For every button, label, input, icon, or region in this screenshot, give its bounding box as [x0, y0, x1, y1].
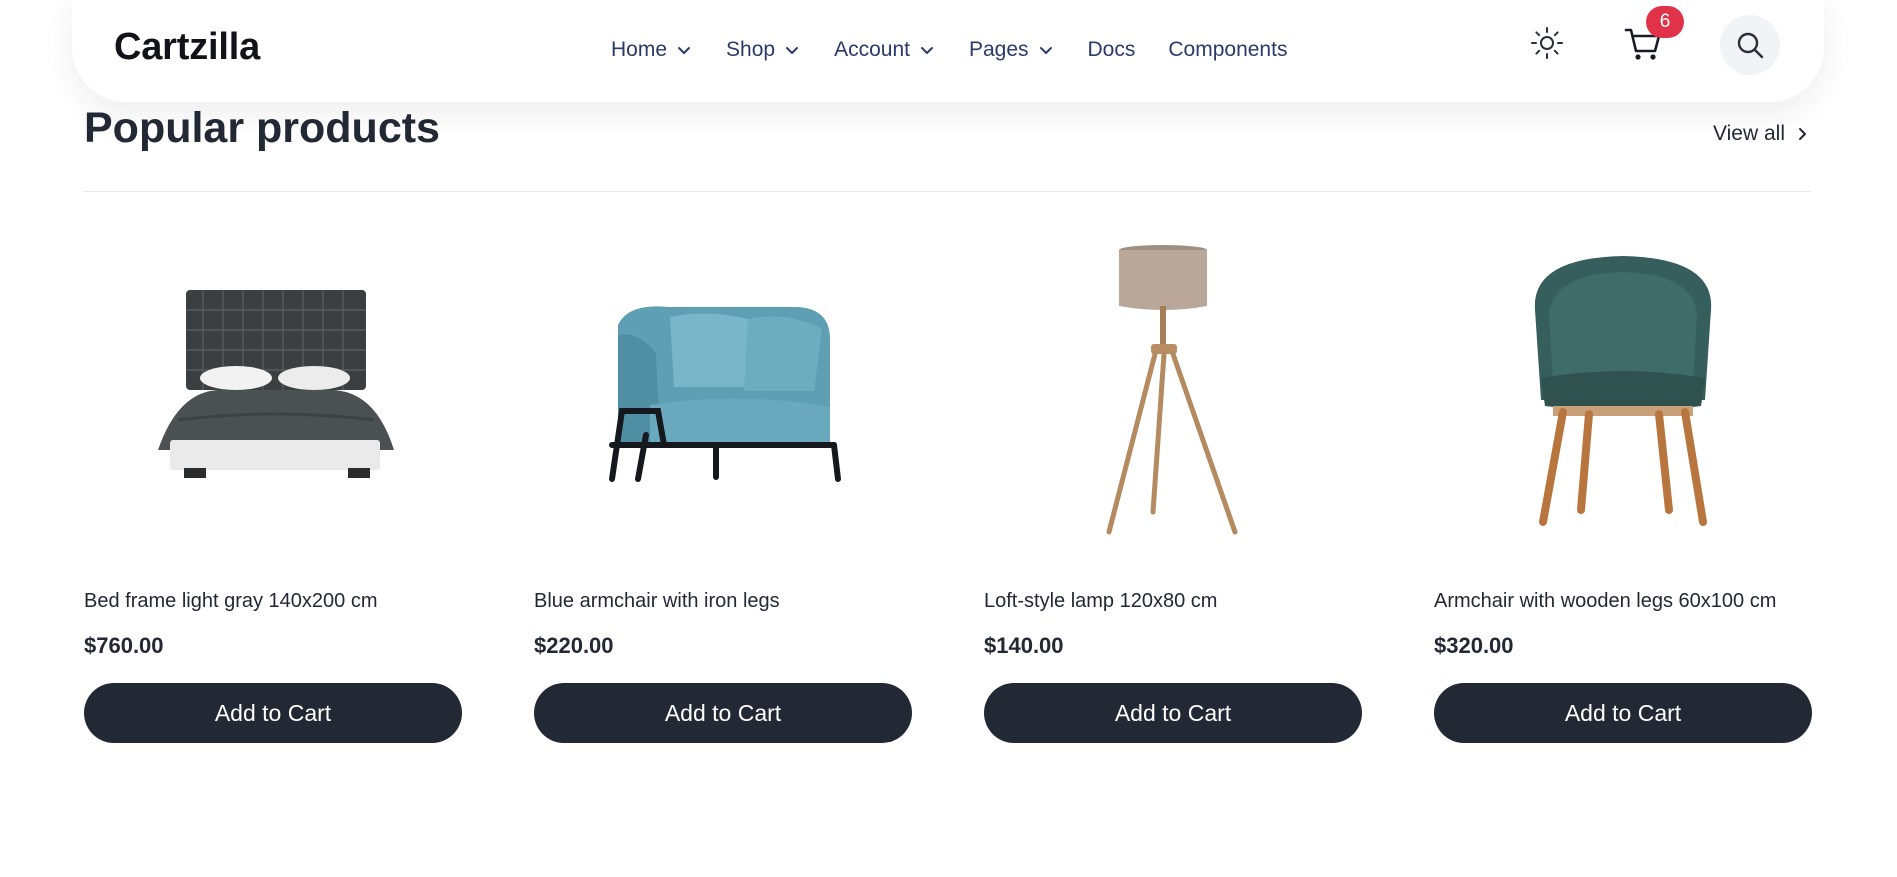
- add-to-cart-button[interactable]: Add to Cart: [1434, 683, 1812, 743]
- nav-item-label: Pages: [968, 38, 1029, 61]
- add-to-cart-button[interactable]: Add to Cart: [84, 683, 462, 743]
- nav-item-pages[interactable]: Pages: [969, 38, 1055, 62]
- product-grid: Bed frame light gray 140x200 cm $760.00 …: [84, 232, 1812, 743]
- view-all-link[interactable]: View all: [1713, 122, 1811, 146]
- add-to-cart-button[interactable]: Add to Cart: [984, 683, 1362, 743]
- nav-item-label: Account: [834, 38, 910, 61]
- product-card: Loft-style lamp 120x80 cm $140.00 Add to…: [984, 232, 1362, 743]
- chevron-down-icon: [783, 41, 801, 59]
- product-card: Armchair with wooden legs 60x100 cm $320…: [1434, 232, 1812, 743]
- add-to-cart-button[interactable]: Add to Cart: [534, 683, 912, 743]
- nav-item-account[interactable]: Account: [834, 38, 936, 62]
- nav-item-shop[interactable]: Shop: [726, 38, 801, 62]
- chevron-down-icon: [1037, 41, 1055, 59]
- product-price: $140.00: [984, 633, 1064, 658]
- nav-item-components[interactable]: Components: [1168, 38, 1287, 62]
- cart-count-badge: 6: [1646, 6, 1684, 38]
- main-nav: Home Shop Account Pages Docs Components: [611, 34, 1287, 66]
- nav-item-label: Shop: [726, 38, 776, 61]
- product-name[interactable]: Bed frame light gray 140x200 cm: [84, 590, 462, 613]
- chevron-down-icon: [918, 41, 936, 59]
- product-card: Blue armchair with iron legs $220.00 Add…: [534, 232, 912, 743]
- navbar: Cartzilla Home Shop Account Pages Docs C…: [72, 0, 1824, 102]
- blue-armchair-image[interactable]: [534, 232, 912, 548]
- product-price: $220.00: [534, 633, 614, 658]
- nav-item-label: Docs: [1087, 38, 1136, 61]
- product-price: $320.00: [1434, 633, 1514, 658]
- bed-image[interactable]: [84, 232, 462, 548]
- nav-item-home[interactable]: Home: [611, 38, 693, 62]
- nav-item-docs[interactable]: Docs: [1088, 38, 1136, 62]
- green-armchair-image[interactable]: [1434, 232, 1812, 548]
- product-card: Bed frame light gray 140x200 cm $760.00 …: [84, 232, 462, 743]
- brand-logo[interactable]: Cartzilla: [114, 26, 260, 69]
- product-name[interactable]: Blue armchair with iron legs: [534, 590, 912, 613]
- sun-icon: [1531, 27, 1563, 59]
- section-title: Popular products: [84, 104, 440, 152]
- product-name[interactable]: Armchair with wooden legs 60x100 cm: [1434, 590, 1812, 613]
- nav-item-label: Components: [1168, 38, 1288, 61]
- product-price: $760.00: [84, 633, 164, 658]
- chevron-down-icon: [675, 41, 693, 59]
- chevron-right-icon: [1793, 125, 1811, 143]
- product-name[interactable]: Loft-style lamp 120x80 cm: [984, 590, 1362, 613]
- section-divider: [84, 191, 1811, 192]
- nav-item-label: Home: [611, 38, 668, 61]
- floor-lamp-image[interactable]: [984, 232, 1362, 548]
- search-icon: [1737, 32, 1764, 59]
- search-button[interactable]: [1720, 15, 1780, 75]
- theme-toggle-button[interactable]: [1523, 19, 1571, 67]
- view-all-label: View all: [1713, 122, 1785, 145]
